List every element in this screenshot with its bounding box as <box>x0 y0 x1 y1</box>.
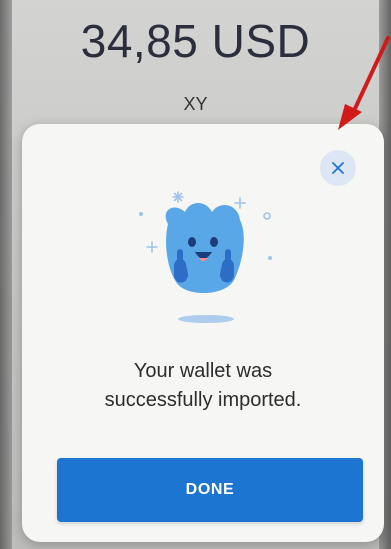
close-icon <box>332 162 344 174</box>
wallet-screen: 34,85 USD XY Your wallet was successfull… <box>0 0 391 549</box>
account-name: XY <box>183 94 208 114</box>
success-message-line1: Your wallet was <box>133 360 273 382</box>
close-button[interactable] <box>320 150 356 186</box>
success-message-line2: successfully imported. <box>104 389 302 411</box>
balance-amount: 34,85 USD <box>80 15 311 67</box>
mascot-illustration <box>139 191 272 323</box>
success-message: Your wallet was successfully imported. <box>22 357 384 415</box>
device-edge-left <box>0 0 12 549</box>
done-button[interactable]: DONE <box>57 458 363 522</box>
